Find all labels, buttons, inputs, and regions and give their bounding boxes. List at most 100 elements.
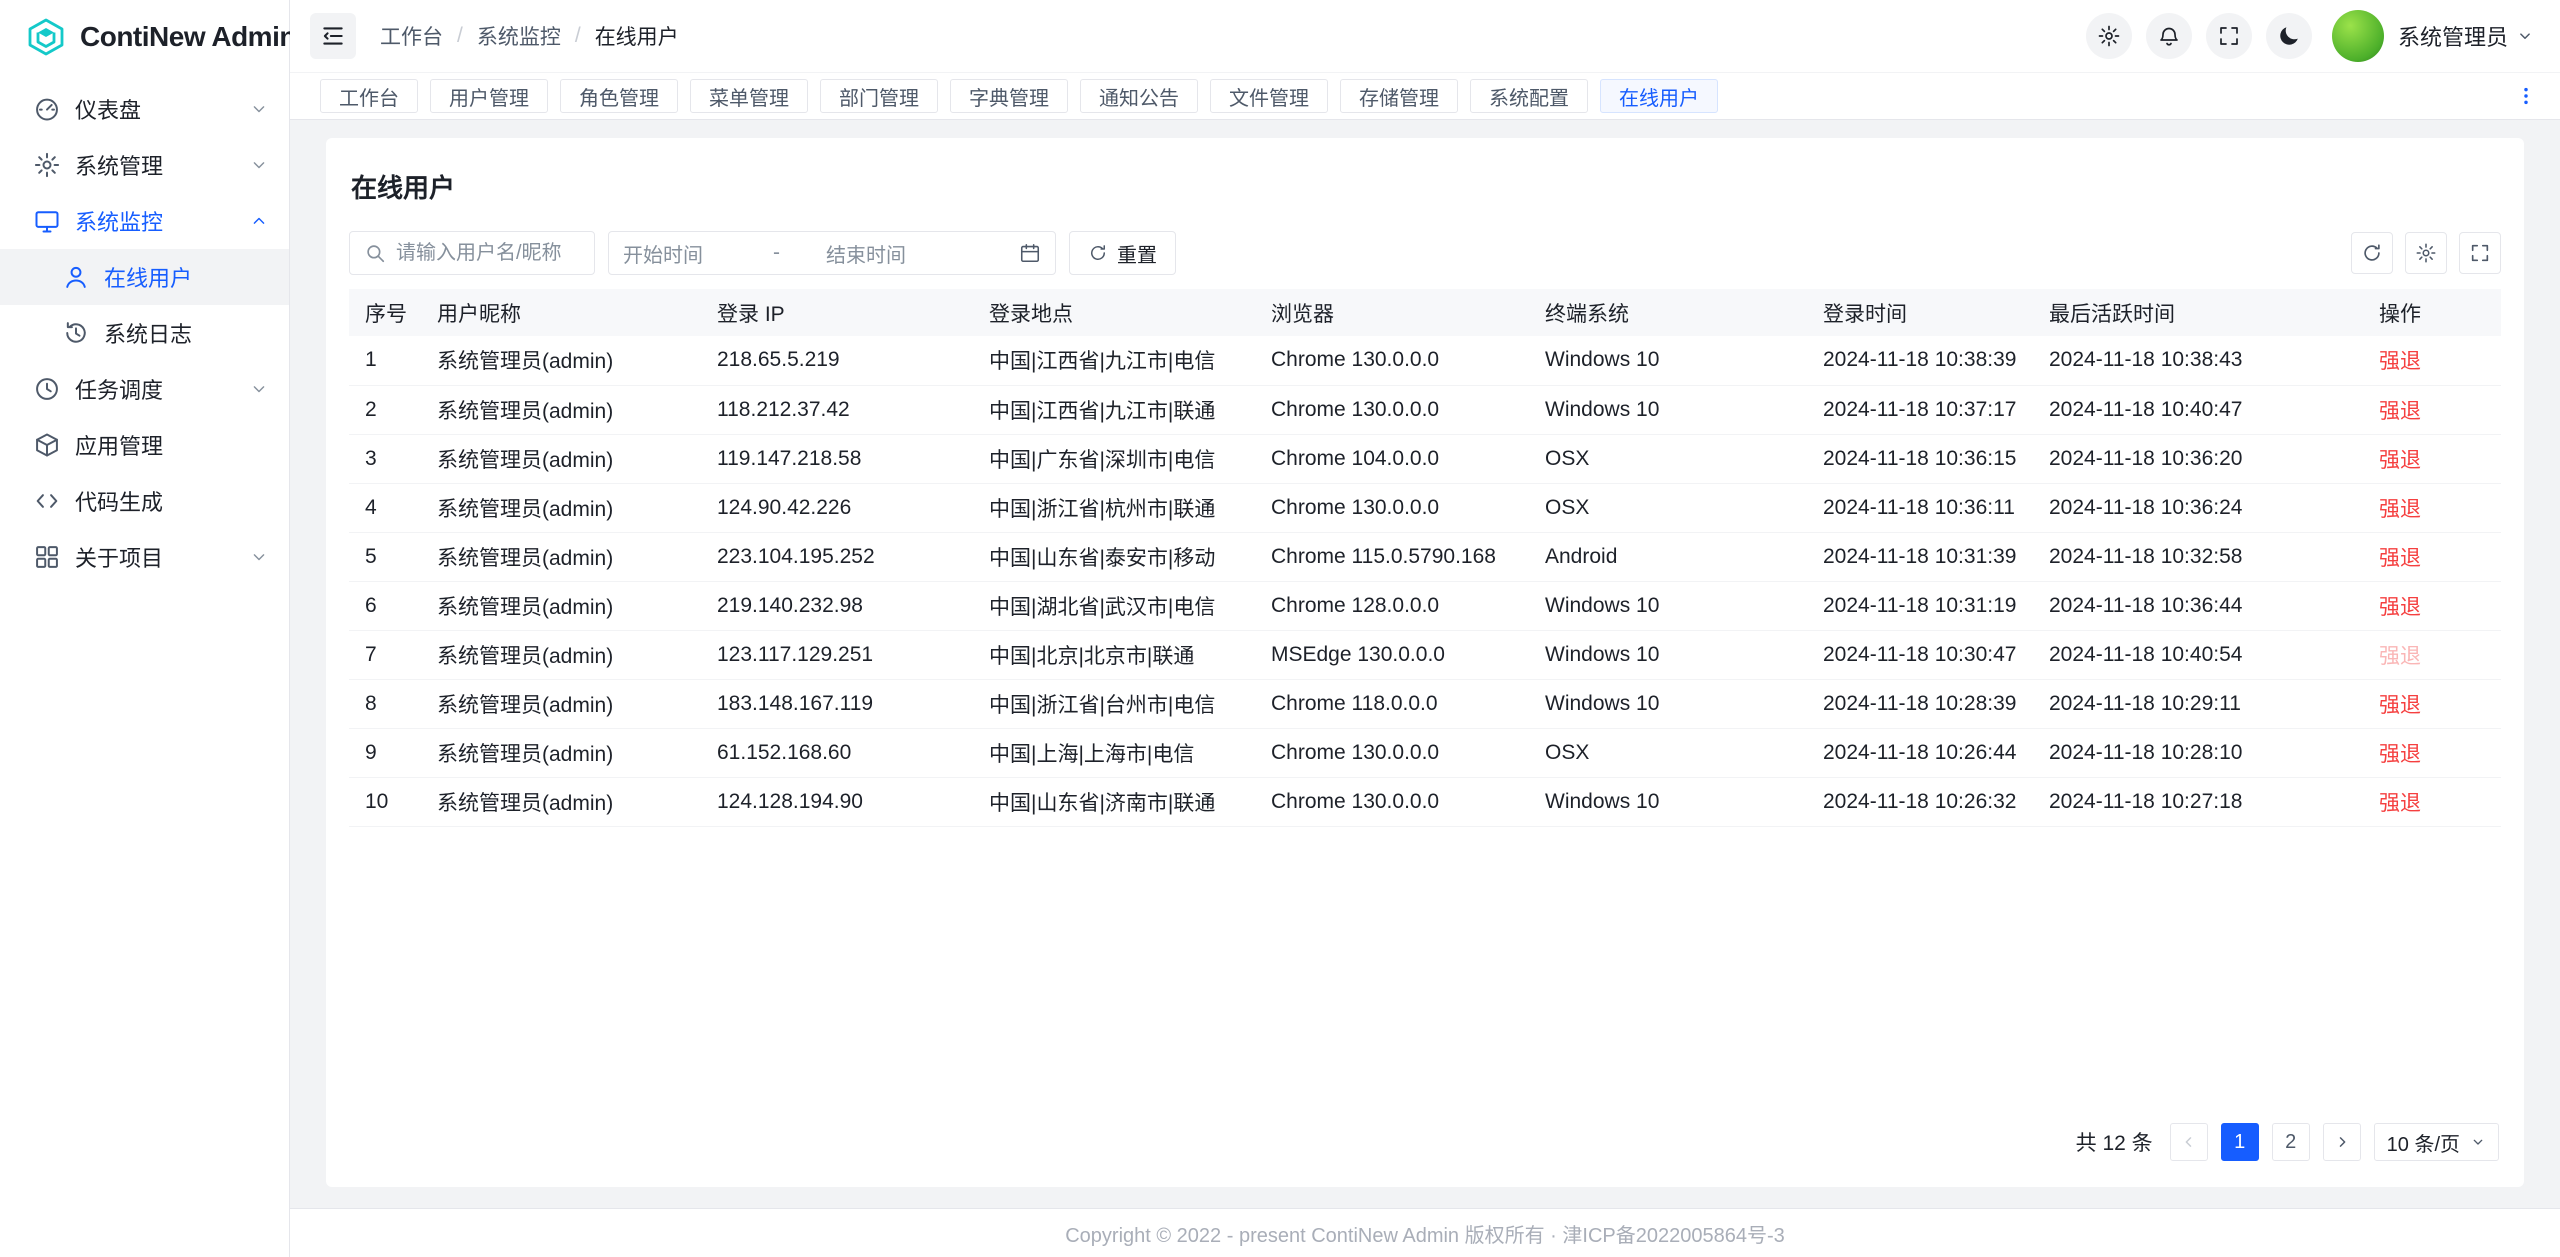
- force-logout-link[interactable]: 强退: [2379, 400, 2421, 423]
- tab-4[interactable]: 部门管理: [820, 79, 938, 113]
- search-input[interactable]: [396, 242, 580, 265]
- cell-index: 6: [349, 581, 421, 630]
- tab-more-icon[interactable]: [2508, 78, 2544, 114]
- sidebar-item-about-project[interactable]: 关于项目: [0, 529, 289, 585]
- cell-os: Windows 10: [1529, 581, 1807, 630]
- cell-last-active: 2024-11-18 10:40:47: [2033, 385, 2363, 434]
- force-logout-link[interactable]: 强退: [2379, 743, 2421, 766]
- notification-bell-icon[interactable]: [2146, 13, 2192, 59]
- force-logout-link[interactable]: 强退: [2379, 596, 2421, 619]
- avatar[interactable]: [2332, 10, 2384, 62]
- tab-7[interactable]: 文件管理: [1210, 79, 1328, 113]
- table-row: 2 系统管理员(admin) 118.212.37.42 中国|江西省|九江市|…: [349, 385, 2501, 434]
- cell-ip: 219.140.232.98: [701, 581, 973, 630]
- menu-fold-icon[interactable]: [310, 13, 356, 59]
- page-size-select[interactable]: 10 条/页: [2374, 1123, 2499, 1161]
- column-header: 最后活跃时间: [2033, 289, 2363, 336]
- cell-location: 中国|湖北省|武汉市|电信: [973, 581, 1255, 630]
- force-logout-link[interactable]: 强退: [2379, 547, 2421, 570]
- sidebar-item-label: 仪表盘: [75, 93, 235, 125]
- tab-1[interactable]: 用户管理: [430, 79, 548, 113]
- prev-page-icon[interactable]: [2170, 1123, 2208, 1161]
- breadcrumb-item[interactable]: 工作台: [380, 21, 443, 51]
- user-menu[interactable]: 系统管理员: [2398, 20, 2534, 52]
- column-header: 浏览器: [1255, 289, 1529, 336]
- breadcrumb-item[interactable]: 系统监控: [477, 21, 561, 51]
- reset-button[interactable]: 重置: [1069, 231, 1176, 275]
- sidebar-item-app-management[interactable]: 应用管理: [0, 417, 289, 473]
- tab-10[interactable]: 在线用户: [1600, 79, 1718, 113]
- cell-browser: MSEdge 130.0.0.0: [1255, 630, 1529, 679]
- cell-index: 5: [349, 532, 421, 581]
- column-header: 用户昵称: [421, 289, 701, 336]
- cell-os: Windows 10: [1529, 336, 1807, 385]
- page-button-1[interactable]: 1: [2221, 1123, 2259, 1161]
- cell-os: Windows 10: [1529, 679, 1807, 728]
- tab-5[interactable]: 字典管理: [950, 79, 1068, 113]
- cell-index: 7: [349, 630, 421, 679]
- cell-location: 中国|江西省|九江市|联通: [973, 385, 1255, 434]
- sidebar-item-system-monitor[interactable]: 系统监控: [0, 193, 289, 249]
- force-logout-link[interactable]: 强退: [2379, 350, 2421, 373]
- tab-8[interactable]: 存储管理: [1340, 79, 1458, 113]
- cell-last-active: 2024-11-18 10:32:58: [2033, 532, 2363, 581]
- cell-last-active: 2024-11-18 10:28:10: [2033, 728, 2363, 777]
- table-row: 10 系统管理员(admin) 124.128.194.90 中国|山东省|济南…: [349, 777, 2501, 826]
- cell-login-time: 2024-11-18 10:31:19: [1807, 581, 2033, 630]
- sidebar-item-dashboard[interactable]: 仪表盘: [0, 81, 289, 137]
- app-title: ContiNew Admin: [80, 21, 296, 53]
- tab-3[interactable]: 菜单管理: [690, 79, 808, 113]
- cell-last-active: 2024-11-18 10:36:44: [2033, 581, 2363, 630]
- sidebar-item-label: 系统日志: [104, 317, 269, 349]
- table-tools: [2351, 232, 2501, 274]
- cell-login-time: 2024-11-18 10:36:11: [1807, 483, 2033, 532]
- tab-6[interactable]: 通知公告: [1080, 79, 1198, 113]
- sidebar-item-label: 关于项目: [75, 541, 235, 573]
- table-row: 3 系统管理员(admin) 119.147.218.58 中国|广东省|深圳市…: [349, 434, 2501, 483]
- cell-index: 1: [349, 336, 421, 385]
- force-logout-link[interactable]: 强退: [2379, 792, 2421, 815]
- date-range-picker[interactable]: 开始时间 - 结束时间: [608, 231, 1056, 275]
- cell-nickname: 系统管理员(admin): [421, 434, 701, 483]
- menu-icon: [62, 263, 90, 291]
- cell-os: Windows 10: [1529, 385, 1807, 434]
- sidebar-item-code-generation[interactable]: 代码生成: [0, 473, 289, 529]
- sidebar-item-label: 在线用户: [104, 261, 269, 293]
- sidebar-item-label: 系统管理: [75, 149, 235, 181]
- user-name: 系统管理员: [2398, 20, 2508, 52]
- column-header: 序号: [349, 289, 421, 336]
- sidebar-item-label: 应用管理: [75, 429, 269, 461]
- column-settings-icon[interactable]: [2405, 232, 2447, 274]
- cell-nickname: 系统管理员(admin): [421, 385, 701, 434]
- refresh-table-icon[interactable]: [2351, 232, 2393, 274]
- cell-nickname: 系统管理员(admin): [421, 532, 701, 581]
- cell-browser: Chrome 130.0.0.0: [1255, 777, 1529, 826]
- page-button-2[interactable]: 2: [2272, 1123, 2310, 1161]
- menu-icon: [62, 319, 90, 347]
- tab-2[interactable]: 角色管理: [560, 79, 678, 113]
- settings-icon[interactable]: [2086, 13, 2132, 59]
- tab-0[interactable]: 工作台: [320, 79, 418, 113]
- sidebar-item-system-management[interactable]: 系统管理: [0, 137, 289, 193]
- fullscreen-icon[interactable]: [2206, 13, 2252, 59]
- toolbar: 开始时间 - 结束时间 重置: [349, 231, 2501, 275]
- cell-os: Windows 10: [1529, 630, 1807, 679]
- sidebar-item-online-user[interactable]: 在线用户: [0, 249, 289, 305]
- tab-9[interactable]: 系统配置: [1470, 79, 1588, 113]
- sidebar-item-job-schedule[interactable]: 任务调度: [0, 361, 289, 417]
- force-logout-link[interactable]: 强退: [2379, 694, 2421, 717]
- cell-login-time: 2024-11-18 10:38:39: [1807, 336, 2033, 385]
- cell-ip: 61.152.168.60: [701, 728, 973, 777]
- table-fullscreen-icon[interactable]: [2459, 232, 2501, 274]
- sidebar-item-system-log[interactable]: 系统日志: [0, 305, 289, 361]
- search-icon: [364, 242, 386, 264]
- cell-ip: 183.148.167.119: [701, 679, 973, 728]
- column-header: 终端系统: [1529, 289, 1807, 336]
- force-logout-link[interactable]: 强退: [2379, 498, 2421, 521]
- next-page-icon[interactable]: [2323, 1123, 2361, 1161]
- force-logout-link[interactable]: 强退: [2379, 449, 2421, 472]
- dark-mode-moon-icon[interactable]: [2266, 13, 2312, 59]
- force-logout-link[interactable]: 强退: [2379, 645, 2421, 668]
- tabbar: 工作台 用户管理 角色管理 菜单管理 部门管理 字典管理 通知公告 文件管理 存…: [290, 73, 2560, 120]
- column-header: 登录时间: [1807, 289, 2033, 336]
